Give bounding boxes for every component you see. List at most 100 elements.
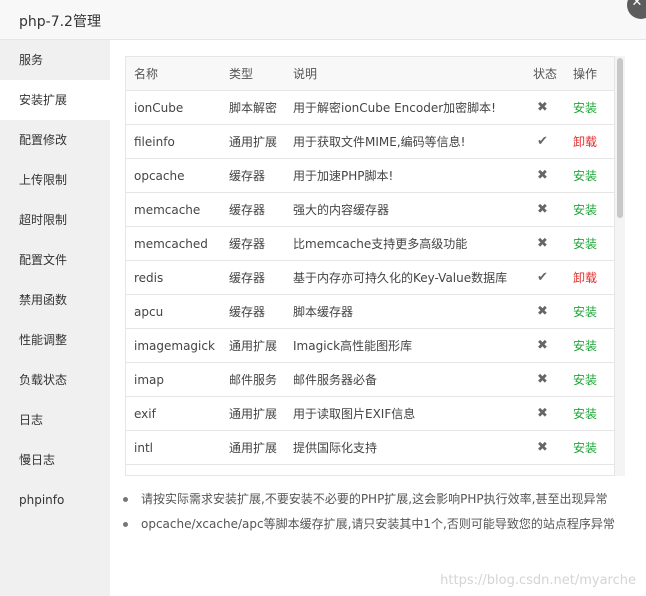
dialog-titlebar: php-7.2管理 (0, 0, 646, 40)
install-link[interactable]: 安装 (573, 169, 597, 183)
extension-description: Imagick高性能图形库 (285, 328, 525, 363)
install-link[interactable]: 安装 (573, 305, 597, 319)
extension-description: 基于内存亦可持久化的Key-Value数据库 (285, 260, 525, 295)
sidebar-item[interactable]: 负载状态 (0, 360, 110, 400)
action-cell: 安装 (565, 226, 614, 261)
action-cell: 安装 (565, 328, 614, 363)
uninstall-link[interactable]: 卸载 (573, 271, 597, 285)
sidebar-item[interactable]: 日志 (0, 400, 110, 440)
extension-description: 用于获取文件MIME,编码等信息! (285, 124, 525, 159)
sidebar-item[interactable]: 性能调整 (0, 320, 110, 360)
note-item: opcache/xcache/apc等脚本缓存扩展,请只安装其中1个,否则可能导… (123, 517, 623, 531)
extension-name: imap (126, 362, 221, 397)
table-row: imagemagick 通用扩展 Imagick高性能图形库 ✖ 安装 (126, 328, 614, 363)
extension-name: memcache (126, 192, 221, 227)
sidebar-item[interactable]: 配置文件 (0, 240, 110, 280)
not-installed-x-icon: ✖ (525, 294, 565, 329)
table-row: imap 邮件服务 邮件服务器必备 ✖ 安装 (126, 362, 614, 397)
sidebar-item[interactable]: 超时限制 (0, 200, 110, 240)
column-header-type: 类型 (221, 57, 285, 91)
table-header-row: 名称 类型 说明 状态 操作 (126, 57, 614, 91)
not-installed-x-icon: ✖ (525, 192, 565, 227)
table-scrollbar[interactable] (615, 56, 625, 476)
action-cell: 安装 (565, 90, 614, 125)
action-cell: 安装 (565, 158, 614, 193)
extension-name: apcu (126, 294, 221, 329)
not-installed-x-icon: ✖ (525, 430, 565, 465)
column-header-name: 名称 (126, 57, 221, 91)
column-header-status: 状态 (525, 57, 565, 91)
table-row: opcache 缓存器 用于加速PHP脚本! ✖ 安装 (126, 158, 614, 193)
action-cell: 卸载 (565, 260, 614, 295)
action-cell: 安装 (565, 396, 614, 431)
sidebar-item[interactable]: 禁用函数 (0, 280, 110, 320)
sidebar-item[interactable]: 安装扩展 (0, 80, 110, 120)
install-link[interactable]: 安装 (573, 407, 597, 421)
extension-type: 缓存器 (221, 192, 285, 227)
not-installed-x-icon: ✖ (525, 396, 565, 431)
install-link[interactable]: 安装 (573, 203, 597, 217)
extension-description: 用于加速PHP脚本! (285, 158, 525, 193)
table-row: exif 通用扩展 用于读取图片EXIF信息 ✖ 安装 (126, 396, 614, 431)
bullet-icon (123, 497, 128, 502)
extension-type: 脚本解密 (221, 90, 285, 125)
sidebar-item[interactable]: phpinfo (0, 480, 110, 520)
table-row: ionCube 脚本解密 用于解密ionCube Encoder加密脚本! ✖ 安装 (126, 90, 614, 125)
uninstall-link[interactable]: 卸载 (573, 135, 597, 149)
scrollbar-thumb[interactable] (617, 58, 623, 218)
extension-description: 用于解密ionCube Encoder加密脚本! (285, 90, 525, 125)
install-link[interactable]: 安装 (573, 373, 597, 387)
not-installed-x-icon: ✖ (525, 328, 565, 363)
action-cell: 安装 (565, 430, 614, 465)
table-row: memcached 缓存器 比memcache支持更多高级功能 ✖ 安装 (126, 226, 614, 261)
extension-type: 通用扩展 (221, 430, 285, 465)
extensions-table-container: 名称 类型 说明 状态 操作 ionCube 脚本解密 用于解密ionCube En… (125, 56, 615, 476)
notes-list: 请按实际需求安装扩展,不要安装不必要的PHP扩展,这会影响PHP执行效率,甚至出… (123, 492, 623, 542)
table-row: apcu 缓存器 脚本缓存器 ✖ 安装 (126, 294, 614, 329)
extension-name: intl (126, 430, 221, 465)
extension-type: 通用扩展 (221, 396, 285, 431)
table-row: memcache 缓存器 强大的内容缓存器 ✖ 安装 (126, 192, 614, 227)
installed-check-icon: ✔ (525, 124, 565, 159)
extension-name: memcached (126, 226, 221, 261)
extension-description: 邮件服务器必备 (285, 362, 525, 397)
not-installed-x-icon: ✖ (525, 362, 565, 397)
extension-type: 通用扩展 (221, 124, 285, 159)
install-link[interactable]: 安装 (573, 101, 597, 115)
action-cell: 安装 (565, 362, 614, 397)
note-item: 请按实际需求安装扩展,不要安装不必要的PHP扩展,这会影响PHP执行效率,甚至出… (123, 492, 623, 506)
table-row: fileinfo 通用扩展 用于获取文件MIME,编码等信息! ✔ 卸载 (126, 124, 614, 159)
sidebar-item[interactable]: 慢日志 (0, 440, 110, 480)
not-installed-x-icon: ✖ (525, 158, 565, 193)
sidebar-item[interactable]: 上传限制 (0, 160, 110, 200)
sidebar-item[interactable]: 服务 (0, 40, 110, 80)
extension-name: exif (126, 396, 221, 431)
table-row: redis 缓存器 基于内存亦可持久化的Key-Value数据库 ✔ 卸载 (126, 260, 614, 295)
extension-description: 强大的内容缓存器 (285, 192, 525, 227)
watermark: https://blog.csdn.net/myarche (440, 573, 636, 588)
sidebar-item[interactable]: 配置修改 (0, 120, 110, 160)
extension-type: 通用扩展 (221, 328, 285, 363)
extension-type: 缓存器 (221, 260, 285, 295)
extension-name: ionCube (126, 90, 221, 125)
bullet-icon (123, 522, 128, 527)
install-link[interactable]: 安装 (573, 339, 597, 353)
action-cell: 卸载 (565, 124, 614, 159)
installed-check-icon: ✔ (525, 260, 565, 295)
note-text: 请按实际需求安装扩展,不要安装不必要的PHP扩展,这会影响PHP执行效率,甚至出… (141, 492, 608, 506)
extension-name: redis (126, 260, 221, 295)
extension-type: 缓存器 (221, 226, 285, 261)
extension-name: opcache (126, 158, 221, 193)
table-row: intl 通用扩展 提供国际化支持 ✖ 安装 (126, 430, 614, 465)
not-installed-x-icon: ✖ (525, 226, 565, 261)
extension-description: 用于读取图片EXIF信息 (285, 396, 525, 431)
install-link[interactable]: 安装 (573, 441, 597, 455)
column-header-description: 说明 (285, 57, 525, 91)
extension-type: 缓存器 (221, 294, 285, 329)
extensions-table: 名称 类型 说明 状态 操作 ionCube 脚本解密 用于解密ionCube En… (126, 57, 614, 465)
not-installed-x-icon: ✖ (525, 90, 565, 125)
extension-description: 提供国际化支持 (285, 430, 525, 465)
extension-type: 缓存器 (221, 158, 285, 193)
install-link[interactable]: 安装 (573, 237, 597, 251)
extension-name: imagemagick (126, 328, 221, 363)
